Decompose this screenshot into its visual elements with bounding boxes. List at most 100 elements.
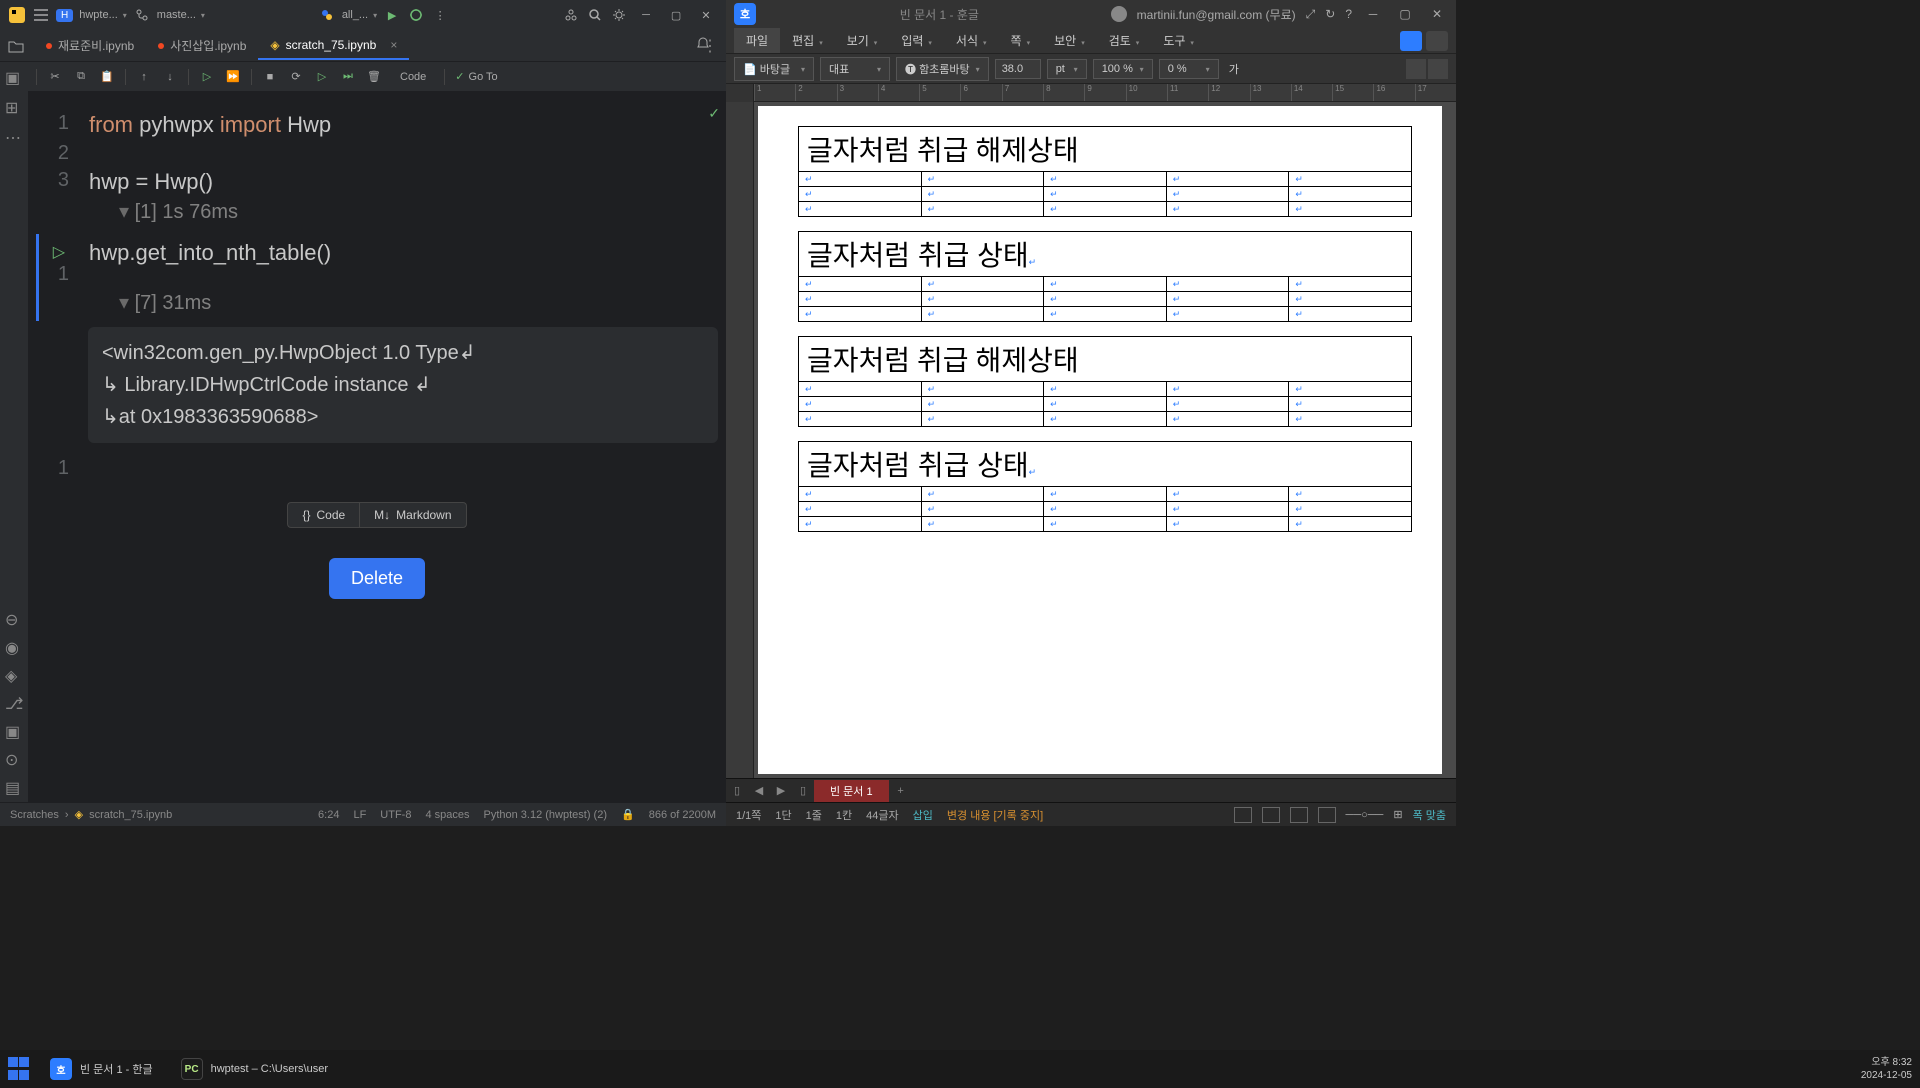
tab-file-2[interactable]: 사진삽입.ipynb	[146, 31, 258, 60]
breadcrumb-file[interactable]: scratch_75.ipynb	[89, 809, 172, 821]
insert-mode[interactable]: 삽입	[913, 807, 933, 823]
run-all-icon[interactable]: ⏩	[225, 69, 241, 85]
close-icon[interactable]: ✕	[694, 9, 718, 22]
table-1[interactable]: 글자처럼 취급 해제상태	[798, 126, 1412, 217]
code-cell-3[interactable]: 1	[36, 451, 718, 486]
encoding[interactable]: UTF-8	[380, 809, 411, 821]
menu-view[interactable]: 보기	[835, 28, 890, 53]
move-up-icon[interactable]: ↑	[136, 69, 152, 85]
add-document-icon[interactable]: +	[889, 785, 913, 797]
tab-first-icon[interactable]: ▯	[726, 784, 748, 797]
unit-dropdown[interactable]: pt	[1047, 59, 1087, 79]
copy-icon[interactable]: ⧉	[73, 69, 89, 85]
add-code-button[interactable]: {}Code	[287, 502, 359, 528]
rail-collapse-icon[interactable]: ⊖	[5, 610, 23, 628]
delete-cell-icon[interactable]: 🗑	[366, 69, 382, 85]
view-btn-1-icon[interactable]	[1234, 807, 1252, 823]
avatar-icon[interactable]	[1111, 6, 1127, 22]
tab-prev-icon[interactable]: ◀	[748, 784, 770, 797]
align-1-icon[interactable]	[1406, 59, 1426, 79]
cell-type-dropdown[interactable]: Code	[392, 69, 434, 85]
services-icon[interactable]: ◈	[5, 666, 23, 684]
user-email[interactable]: martinii.fun@gmail.com (무료)	[1137, 6, 1296, 23]
project-badge[interactable]: H	[56, 9, 73, 22]
terminal-icon[interactable]: ▣	[5, 722, 23, 740]
view-mode-1-icon[interactable]	[1400, 31, 1422, 51]
menu-file[interactable]: 파일	[734, 28, 780, 53]
close-icon[interactable]: ✕	[1426, 7, 1448, 21]
minimize-icon[interactable]: ─	[1362, 7, 1384, 21]
table-2[interactable]: 글자처럼 취급 상태	[798, 231, 1412, 322]
run-config-dropdown[interactable]: all_...	[342, 9, 377, 21]
tab-last-icon[interactable]: ▯	[792, 784, 814, 797]
structure-icon[interactable]: ⊞	[5, 98, 23, 116]
cursor-position[interactable]: 6:24	[318, 809, 339, 821]
vcs-icon[interactable]: ⎇	[5, 694, 23, 712]
track-changes[interactable]: 변경 내용 [기록 중지]	[947, 807, 1043, 823]
align-2-icon[interactable]	[1428, 59, 1448, 79]
zoom-fit-icon[interactable]: ⊞	[1393, 808, 1402, 821]
ro-icon[interactable]: 🔒	[621, 808, 635, 821]
zoom-dropdown[interactable]: 100 %	[1093, 59, 1153, 79]
project-dropdown[interactable]: hwpte...	[79, 9, 127, 21]
maximize-icon[interactable]: ▢	[1394, 7, 1416, 21]
add-markdown-button[interactable]: M↓Markdown	[359, 502, 466, 528]
notifications-icon[interactable]	[696, 36, 710, 50]
settings-icon[interactable]	[610, 6, 628, 24]
paste-icon[interactable]: 📋	[99, 69, 115, 85]
start-icon[interactable]	[8, 1057, 32, 1081]
view-mode-2-icon[interactable]	[1426, 31, 1448, 51]
problems-icon[interactable]: ⊙	[5, 750, 23, 768]
tab-file-3[interactable]: ◈scratch_75.ipynb×	[258, 32, 409, 60]
font-size-input[interactable]	[995, 59, 1041, 79]
indent[interactable]: 4 spaces	[425, 809, 469, 821]
menu-security[interactable]: 보안	[1042, 28, 1097, 53]
expand-icon[interactable]: ⤢	[1306, 7, 1316, 22]
menu-tools[interactable]: 도구	[1151, 28, 1206, 53]
view-btn-3-icon[interactable]	[1290, 807, 1308, 823]
bookmarks-icon[interactable]: ⋯	[5, 128, 23, 146]
menu-edit[interactable]: 편집	[780, 28, 835, 53]
table-3[interactable]: 글자처럼 취급 해제상태	[798, 336, 1412, 427]
vertical-ruler[interactable]	[726, 102, 754, 778]
code-cell-1[interactable]: 1from pyhwpx import Hwp 2 3hwp = Hwp() ▾…	[36, 106, 718, 230]
fit-mode[interactable]: 폭 맞춤	[1413, 807, 1446, 823]
minimize-icon[interactable]: ─	[634, 9, 658, 21]
run-cell-icon[interactable]: ▷	[199, 69, 215, 85]
line-ending[interactable]: LF	[353, 809, 366, 821]
menu-review[interactable]: 검토	[1097, 28, 1152, 53]
more-icon[interactable]: ⋮	[431, 6, 449, 24]
repr-dropdown[interactable]: 대표	[820, 57, 890, 81]
run-above-icon[interactable]: ▷	[314, 69, 330, 85]
move-down-icon[interactable]: ↓	[162, 69, 178, 85]
inspection-ok-icon[interactable]: ✓	[708, 105, 720, 121]
delete-button[interactable]: Delete	[329, 558, 425, 599]
run-cell-gutter-icon[interactable]: ▷	[45, 242, 65, 262]
cut-icon[interactable]: ✂	[47, 69, 63, 85]
python-packages-icon[interactable]: ◉	[5, 638, 23, 656]
notebook-editor[interactable]: ✓ 1from pyhwpx import Hwp 2 3hwp = Hwp()…	[28, 92, 726, 802]
tab-file-1[interactable]: 재료준비.ipynb	[34, 31, 146, 60]
memory[interactable]: 866 of 2200M	[649, 809, 716, 821]
help-icon[interactable]: ?	[1345, 7, 1352, 21]
interpreter[interactable]: Python 3.12 (hwptest) (2)	[484, 809, 608, 821]
font-dropdown[interactable]: 🅣 함초롬바탕	[896, 57, 989, 81]
zoom-slider[interactable]: ──○──	[1346, 809, 1384, 821]
style-dropdown[interactable]: 📄 바탕글	[734, 57, 814, 81]
hwp-logo-icon[interactable]: 호	[734, 3, 756, 25]
view-btn-2-icon[interactable]	[1262, 807, 1280, 823]
restart-icon[interactable]: ⟳	[288, 69, 304, 85]
page-indicator[interactable]: 1/1쪽	[736, 807, 761, 823]
run-below-icon[interactable]: ⏭	[340, 69, 356, 85]
taskbar-item-hwp[interactable]: 호 빈 문서 1 - 한글	[40, 1054, 163, 1084]
run-icon[interactable]: ▶	[383, 6, 401, 24]
debug-icon[interactable]	[407, 6, 425, 24]
view-btn-4-icon[interactable]	[1318, 807, 1336, 823]
search-icon[interactable]	[586, 6, 604, 24]
menu-format[interactable]: 서식	[944, 28, 999, 53]
horizontal-ruler[interactable]: 1234567891011121314151617	[726, 84, 1456, 102]
close-tab-icon[interactable]: ×	[390, 38, 397, 52]
system-clock[interactable]: 오후 8:32 2024-12-05	[1861, 1056, 1912, 1082]
sync-icon[interactable]: ↻	[1325, 7, 1335, 21]
project-tool-icon[interactable]: ▣	[5, 68, 23, 86]
